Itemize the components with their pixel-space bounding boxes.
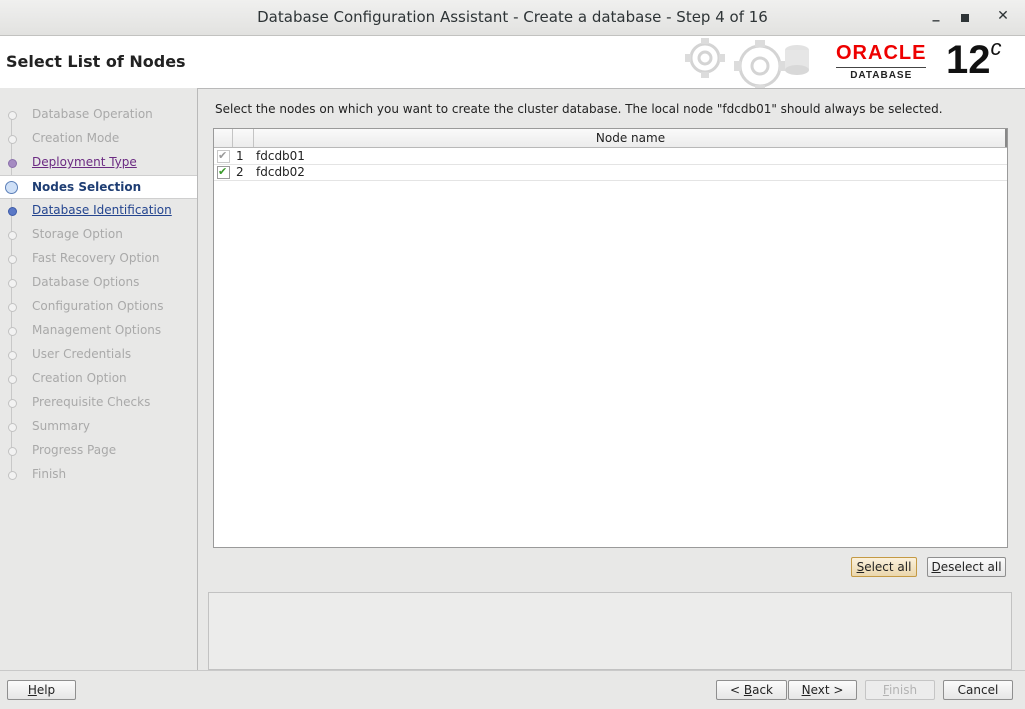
window-titlebar: Database Configuration Assistant - Creat… <box>0 0 1025 36</box>
step-item-configuration-options: Configuration Options <box>0 295 197 317</box>
node-name-column-header[interactable]: Node name <box>254 131 1007 145</box>
step-item-summary: Summary <box>0 415 197 437</box>
step-label: Finish <box>32 467 67 481</box>
back-button[interactable]: < Back <box>716 680 787 700</box>
column-resize-handle[interactable] <box>1005 129 1007 147</box>
step-item-database-operation: Database Operation <box>0 103 197 125</box>
step-status-icon <box>8 447 17 456</box>
step-status-icon <box>8 423 17 432</box>
step-status-icon <box>8 399 17 408</box>
node-checkbox[interactable] <box>217 164 230 180</box>
row-index: 1 <box>236 149 244 163</box>
step-label: Configuration Options <box>32 299 164 313</box>
node-checkbox <box>217 148 230 164</box>
node-name-cell: fdcdb01 <box>256 149 305 163</box>
step-status-icon <box>8 255 17 264</box>
finish-button[interactable]: Finish <box>865 680 935 700</box>
version-badge: 12c <box>946 34 1002 83</box>
step-label: Prerequisite Checks <box>32 395 151 409</box>
help-button[interactable]: Help <box>7 680 76 700</box>
step-status-icon <box>8 351 17 360</box>
minimize-icon[interactable]: _ <box>927 6 945 24</box>
oracle-logo: ORACLE DATABASE <box>836 42 927 81</box>
step-item-fast-recovery-option: Fast Recovery Option <box>0 247 197 269</box>
step-label: Database Options <box>32 275 140 289</box>
maximize-icon[interactable] <box>956 8 974 26</box>
step-label: Management Options <box>32 323 162 337</box>
step-item-creation-mode: Creation Mode <box>0 127 197 149</box>
step-label: Fast Recovery Option <box>32 251 160 265</box>
instruction-text: Select the nodes on which you want to cr… <box>215 102 943 116</box>
step-status-icon <box>8 327 17 336</box>
step-status-icon <box>8 135 17 144</box>
step-status-icon <box>8 207 17 216</box>
step-status-icon <box>8 471 17 480</box>
step-status-icon <box>8 375 17 384</box>
step-label: Nodes Selection <box>32 180 142 194</box>
page-header: Select List of Nodes ORACLE DATABASE 12c <box>0 34 1025 89</box>
step-item-nodes-selection: Nodes Selection <box>0 175 197 199</box>
step-item-management-options: Management Options <box>0 319 197 341</box>
next-button[interactable]: Next > <box>788 680 857 700</box>
step-status-icon <box>8 159 17 168</box>
step-label: Database Operation <box>32 107 153 121</box>
step-label: Creation Option <box>32 371 127 385</box>
node-name-cell: fdcdb02 <box>256 165 305 179</box>
step-label: User Credentials <box>32 347 132 361</box>
step-label[interactable]: Database Identification <box>32 199 172 221</box>
step-item-finish: Finish <box>0 463 197 485</box>
step-status-icon <box>8 279 17 288</box>
oracle-logo-word: ORACLE <box>836 42 927 64</box>
cancel-button[interactable]: Cancel <box>943 680 1013 700</box>
step-label: Summary <box>32 419 90 433</box>
page-title: Select List of Nodes <box>6 52 186 71</box>
step-label[interactable]: Deployment Type <box>32 151 137 173</box>
index-column-header <box>233 129 254 147</box>
step-label: Progress Page <box>32 443 117 457</box>
table-header: Node name <box>214 129 1007 148</box>
step-item-prerequisite-checks: Prerequisite Checks <box>0 391 197 413</box>
step-item-storage-option: Storage Option <box>0 223 197 245</box>
close-icon[interactable]: ✕ <box>994 8 1012 26</box>
nodes-table: Node name 1 fdcdb01 2 fdcdb02 <box>213 128 1008 548</box>
version-number: 12 <box>946 38 991 82</box>
version-suffix: c <box>990 34 1002 60</box>
gears-decoration-icon <box>685 38 809 88</box>
oracle-logo-database: DATABASE <box>836 67 927 81</box>
step-item-progress-page: Progress Page <box>0 439 197 461</box>
select-all-button[interactable]: Select all <box>851 557 917 577</box>
step-label: Creation Mode <box>32 131 120 145</box>
step-status-icon <box>8 231 17 240</box>
row-index: 2 <box>236 165 244 179</box>
step-item-user-credentials: User Credentials <box>0 343 197 365</box>
step-item-database-identification[interactable]: Database Identification <box>0 199 197 221</box>
checkbox-column-header <box>214 129 233 147</box>
deselect-all-button[interactable]: Deselect all <box>927 557 1006 577</box>
step-item-database-options: Database Options <box>0 271 197 293</box>
table-row[interactable]: 1 fdcdb01 <box>214 148 1007 165</box>
messages-panel <box>208 592 1012 670</box>
step-status-icon <box>8 111 17 120</box>
step-label: Storage Option <box>32 227 123 241</box>
step-status-icon <box>8 303 17 312</box>
table-row[interactable]: 2 fdcdb02 <box>214 164 1007 181</box>
step-item-deployment-type[interactable]: Deployment Type <box>0 151 197 173</box>
step-item-creation-option: Creation Option <box>0 367 197 389</box>
step-status-icon <box>5 181 18 194</box>
step-navigator: Database Operation Creation Mode Deploymen… <box>0 88 198 670</box>
window-title: Database Configuration Assistant - Creat… <box>257 8 768 26</box>
